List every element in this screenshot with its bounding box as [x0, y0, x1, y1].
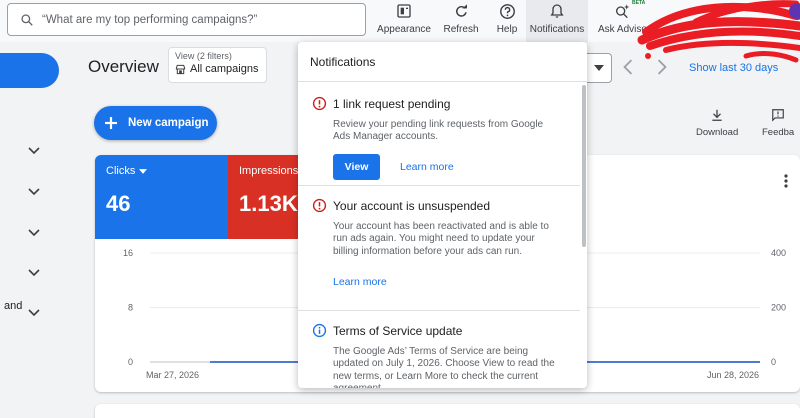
- sparkle-search-icon: [616, 4, 630, 19]
- notification-body: Your account has been reactivated and is…: [333, 221, 549, 257]
- metric-impressions[interactable]: Impressions 1.13K: [228, 155, 298, 239]
- left-axis-tick-label: 16: [123, 248, 133, 258]
- view-filter-value: All campaigns: [190, 63, 259, 75]
- notifications-label: Notifications: [529, 24, 585, 35]
- metric-label: Impressions: [239, 165, 299, 177]
- notification-title: Terms of Service update: [333, 323, 463, 338]
- help-icon: [499, 3, 515, 19]
- refresh-button[interactable]: Refresh: [441, 0, 481, 42]
- left-axis-tick-label: 8: [128, 303, 133, 313]
- error-icon: [312, 96, 327, 111]
- help-button[interactable]: Help: [490, 0, 524, 42]
- new-campaign-label: New campaign: [128, 117, 209, 129]
- sidebar-active-item[interactable]: [0, 53, 59, 88]
- view-filter-selector[interactable]: View (2 filters) All campaigns: [168, 47, 267, 83]
- chevron-down-icon[interactable]: [28, 228, 40, 238]
- chevron-right-icon[interactable]: [656, 59, 668, 75]
- download-button[interactable]: Download: [696, 108, 738, 138]
- page-title: Overview: [88, 57, 159, 76]
- date-dropdown-button[interactable]: [586, 53, 612, 83]
- chevron-down-icon[interactable]: [28, 308, 40, 318]
- bell-icon: [550, 4, 564, 18]
- search-input[interactable]: “What are my top performing campaigns?”: [7, 3, 366, 36]
- notifications-scrollbar[interactable]: [582, 85, 586, 247]
- refresh-icon: [456, 4, 467, 17]
- right-axis-tick-label: 400: [771, 248, 786, 258]
- info-icon: [312, 323, 327, 338]
- notifications-title: Notifications: [298, 42, 587, 82]
- appearance-label: Appearance: [377, 24, 431, 35]
- avatar[interactable]: [789, 3, 800, 19]
- sidebar-item-label: and: [4, 300, 23, 312]
- feedback-label: Feedba: [762, 127, 795, 138]
- notifications-panel: Notifications 1 link request pending Rev…: [298, 42, 587, 388]
- chevron-down-icon[interactable]: [28, 268, 40, 278]
- feedback-button[interactable]: Feedba: [762, 108, 794, 138]
- new-campaign-button[interactable]: New campaign: [94, 106, 217, 140]
- search-icon: [21, 13, 33, 26]
- secondary-card: [95, 404, 800, 418]
- appearance-icon: [397, 4, 411, 18]
- right-axis-tick-label: 0: [771, 357, 776, 367]
- download-label: Download: [696, 127, 739, 138]
- caret-down-icon: [593, 65, 604, 71]
- download-icon: [712, 109, 722, 121]
- left-axis-tick-label: 0: [128, 357, 133, 367]
- search-placeholder: “What are my top performing campaigns?”: [42, 13, 258, 26]
- view-filter-label: View (2 filters): [175, 51, 232, 61]
- plus-icon: [105, 117, 117, 129]
- more-options-icon[interactable]: [784, 174, 788, 188]
- feedback-icon: [772, 109, 784, 122]
- notifications-list[interactable]: 1 link request pending Review your pendi…: [298, 82, 587, 388]
- notifications-button[interactable]: Notifications: [526, 0, 588, 42]
- metric-label: Clicks: [106, 165, 136, 177]
- right-axis-tick-label: 200: [771, 303, 786, 313]
- metric-value: 46: [106, 191, 131, 216]
- notification-item: Your account is unsuspended Your account…: [298, 186, 580, 311]
- date-range-link[interactable]: Show last 30 days: [689, 62, 778, 74]
- chevron-left-icon[interactable]: [622, 59, 634, 75]
- metric-value: 1.13K: [239, 191, 298, 216]
- notification-title: 1 link request pending: [333, 96, 451, 111]
- caret-down-icon: [139, 168, 148, 174]
- help-label: Help: [496, 24, 518, 35]
- notification-body: Review your pending link requests from G…: [333, 119, 544, 143]
- notification-item: 1 link request pending Review your pendi…: [298, 82, 580, 186]
- notification-item: Terms of Service update The Google Ads’ …: [298, 311, 580, 388]
- learn-more-link[interactable]: Learn more: [400, 161, 454, 173]
- notification-body: The Google Ads’ Terms of Service are bei…: [333, 346, 555, 388]
- learn-more-link[interactable]: Learn more: [333, 276, 387, 288]
- view-button[interactable]: View: [333, 153, 380, 180]
- store-icon: [175, 64, 186, 74]
- metric-clicks[interactable]: Clicks 46: [95, 155, 228, 239]
- x-axis-label: Jun 28, 2026: [707, 370, 759, 380]
- x-axis-label: Mar 27, 2026: [146, 370, 199, 380]
- chevron-down-icon[interactable]: [28, 146, 40, 156]
- notification-title: Your account is unsuspended: [333, 198, 491, 213]
- appearance-button[interactable]: Appearance: [377, 0, 431, 42]
- error-icon: [312, 198, 327, 213]
- refresh-label: Refresh: [443, 24, 479, 35]
- chevron-down-icon[interactable]: [28, 187, 40, 197]
